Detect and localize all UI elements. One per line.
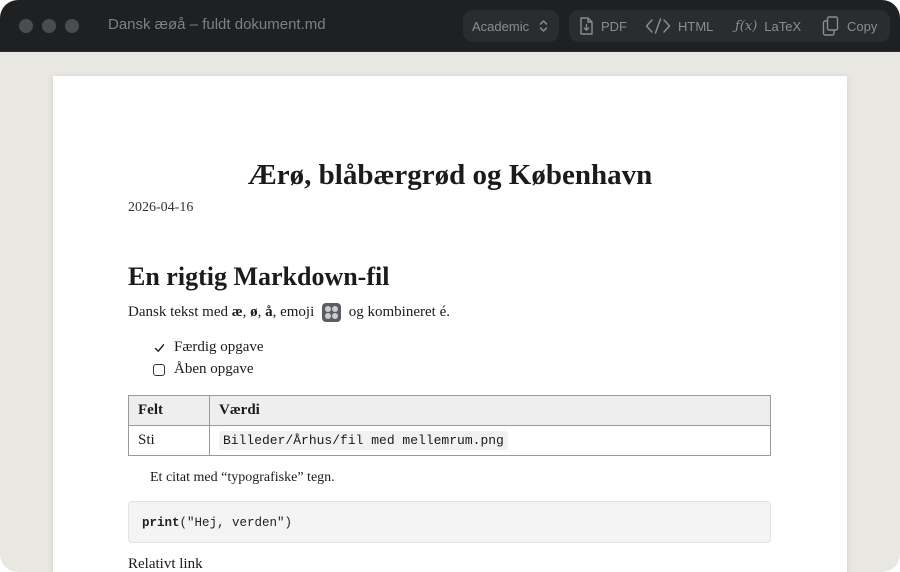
code-keyword: print xyxy=(142,516,180,530)
unchecked-checkbox[interactable] xyxy=(153,363,165,376)
code-block: print("Hej, verden") xyxy=(128,501,771,543)
app-window: Dansk æøå – fuldt dokument.md Academic P… xyxy=(0,0,900,572)
body-paragraph: Dansk tekst med æ , ø , å , emoji og kom… xyxy=(128,303,450,322)
paragraph-text: Dansk tekst med xyxy=(128,304,232,320)
blockquote: Et citat med “typografiske” tegn. xyxy=(150,470,335,485)
paragraph-separator: , xyxy=(242,304,251,320)
function-icon: ƒ(x) xyxy=(735,18,758,34)
inline-code: Billeder/Århus/fil med mellemrum.png xyxy=(219,431,508,450)
section-heading: En rigtig Markdown-fil xyxy=(128,262,390,291)
export-html-button[interactable]: HTML xyxy=(645,10,713,42)
table-cell: Billeder/Århus/fil med mellemrum.png xyxy=(209,425,771,456)
bold-aa: å xyxy=(265,304,273,320)
pdf-file-icon xyxy=(580,17,593,35)
paragraph-text: og kombineret é. xyxy=(345,304,450,320)
paragraph-text: , emoji xyxy=(272,304,318,320)
task-item-open: Åben opgave xyxy=(153,361,254,378)
table-cell: Sti xyxy=(128,425,210,456)
task-label: Færdig opgave xyxy=(174,339,264,355)
bold-oe: ø xyxy=(250,304,258,320)
chevron-updown-icon xyxy=(539,20,548,32)
document-page: Ærø, blåbærgrød og København 2026-04-16 … xyxy=(53,76,847,572)
paragraph-separator: , xyxy=(257,304,266,320)
theme-select-value: Academic xyxy=(472,18,530,34)
copy-button[interactable]: Copy xyxy=(822,10,877,42)
window-title: Dansk æøå – fuldt dokument.md xyxy=(108,16,326,33)
table-header: Værdi xyxy=(209,395,771,426)
copy-label: Copy xyxy=(847,18,878,34)
bold-ae: æ xyxy=(231,304,243,320)
export-pdf-label: PDF xyxy=(601,18,627,34)
close-window-button[interactable] xyxy=(19,19,33,33)
task-label: Åben opgave xyxy=(174,361,254,377)
export-html-label: HTML xyxy=(678,18,714,34)
document-title: Ærø, blåbærgrød og København xyxy=(247,159,653,191)
export-latex-label: LaTeX xyxy=(764,18,802,34)
title-bar: Dansk æøå – fuldt dokument.md Academic P… xyxy=(0,0,900,52)
minimize-window-button[interactable] xyxy=(42,19,56,33)
data-table: Felt Værdi Sti Billeder/Århus/fil med me… xyxy=(128,395,771,456)
table-header: Felt xyxy=(128,395,210,426)
table-header-row: Felt Værdi xyxy=(128,395,771,426)
table-row: Sti Billeder/Århus/fil med mellemrum.png xyxy=(128,425,771,456)
theme-select[interactable]: Academic xyxy=(463,10,559,42)
relative-link[interactable]: Relativt link xyxy=(128,556,203,572)
task-item-done: Færdig opgave xyxy=(153,339,264,356)
emoji-icon xyxy=(322,303,341,322)
copy-icon xyxy=(822,16,839,36)
code-args: ("Hej, verden") xyxy=(179,516,293,530)
code-brackets-icon xyxy=(645,18,671,34)
document-date: 2026-04-16 xyxy=(128,200,194,215)
export-toolbar: PDF HTML ƒ(x) LaTeX Copy xyxy=(569,10,890,42)
export-pdf-button[interactable]: PDF xyxy=(578,10,627,42)
zoom-window-button[interactable] xyxy=(65,19,79,33)
checkmark-icon xyxy=(154,343,164,352)
checked-checkbox[interactable] xyxy=(153,342,165,354)
export-latex-button[interactable]: ƒ(x) LaTeX xyxy=(735,10,801,42)
